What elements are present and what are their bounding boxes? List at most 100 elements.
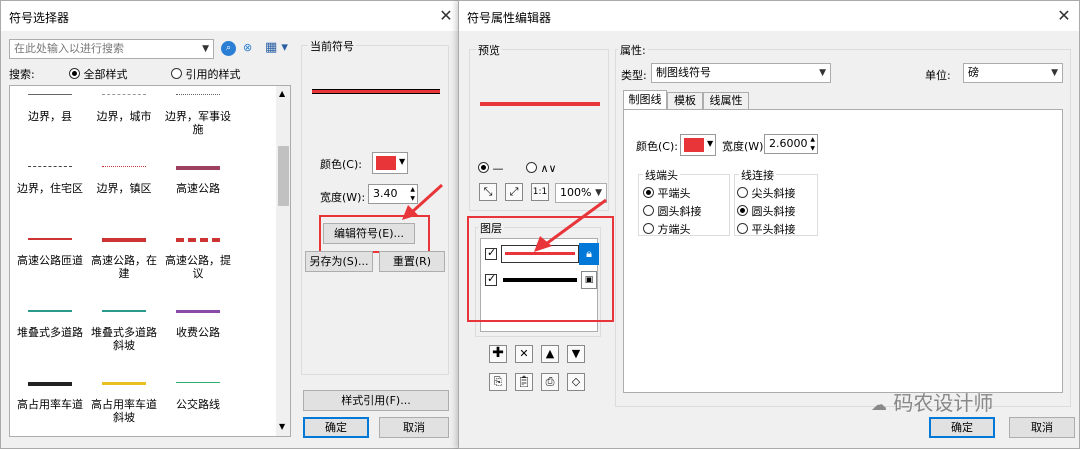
paste-layer-icon[interactable]: 📋︎ [515,373,533,391]
unit-select[interactable]: 磅 ▼ [963,63,1063,83]
symbol-swatch [176,238,220,242]
spinner-arrows-icon[interactable]: ▲ ▼ [810,135,815,153]
symbol-label: 堆叠式多道路斜坡 [91,326,157,352]
symbol-item[interactable]: 边界，城市 [88,88,160,148]
properties-label: 属性: [618,42,648,58]
symbol-item[interactable]: 高占用率车道 [14,376,86,436]
tab-panel: 颜色(C): ▼ 宽度(W): 2.6000 ▲ ▼ 线端头 平端头 圆头斜接 方… [623,109,1063,393]
wechat-icon: ☁ [871,395,887,414]
line-join-label: 线连接 [739,167,776,183]
symbol-item[interactable]: 高速公路 [162,160,234,220]
symbol-item[interactable]: 边界，军事设施 [162,88,234,148]
symbol-swatch [102,238,146,242]
radio-icon [643,223,654,234]
join-miter-radio[interactable]: 尖头斜接 [737,185,796,201]
scrollbar[interactable]: ▲ ▼ [276,86,290,436]
ok-button[interactable]: 确定 [303,417,369,438]
join-bevel-radio[interactable]: 平头斜接 [737,221,796,237]
add-layer-icon[interactable]: ✚ [489,345,507,363]
symbol-item[interactable]: 高速公路，提议 [162,232,234,292]
symbol-list: 边界，县 边界，城市 边界，军事设施 边界，住宅区 边界，镇区 高速公路 高速公路匝道 高速公… [9,85,291,437]
symbol-label: 边界，镇区 [96,182,152,195]
join-label: 圆头斜接 [751,205,796,218]
search-icon[interactable]: ⌕ [221,41,236,56]
tab-line-properties[interactable]: 线属性 [703,92,749,110]
cap-square-radio[interactable]: 方端头 [643,221,691,237]
curve-mode-radio[interactable]: ∧∨ [526,162,557,175]
style-reference-button[interactable]: 样式引用(F)... [303,390,449,411]
symbol-swatch [28,310,72,312]
scroll-thumb[interactable] [278,146,289,206]
properties-icon[interactable]: ⎙ [541,373,559,391]
symbol-item[interactable]: 收费公路 [162,304,234,364]
reset-button[interactable]: 重置(R) [379,251,445,272]
symbol-label: 高占用率车道斜坡 [91,398,157,424]
close-icon[interactable]: ✕ [1053,5,1075,27]
symbol-item[interactable]: 堆叠式多道路 [14,304,86,364]
watermark-text: 码农设计师 [893,391,994,415]
symbol-item[interactable]: 高速公路，在建 [88,232,160,292]
tab-cartographic-line[interactable]: 制图线 [623,90,667,110]
color-picker[interactable]: ▼ [372,152,408,174]
radio-icon [478,162,489,173]
scope-all-radio[interactable]: 全部样式 [69,66,128,82]
symbol-label: 收费公路 [176,326,220,339]
symbol-item[interactable]: 边界，镇区 [88,160,160,220]
chevron-down-icon: ▼ [707,139,714,148]
delete-layer-icon[interactable]: ✕ [515,345,533,363]
scope-ref-radio[interactable]: 引用的样式 [171,66,241,82]
current-symbol-label: 当前符号 [308,38,356,54]
scroll-up-icon[interactable]: ▲ [279,89,285,98]
radio-icon [526,162,537,173]
symbol-label: 公交路线 [176,398,220,411]
move-up-icon[interactable]: ▲ [541,345,559,363]
scope-all-label: 全部样式 [83,68,128,81]
symbol-selector-window: 符号选择器 ✕ 在此处输入以进行搜索 ▼ ⌕ ⊗ ▦ ▾ 搜索: 全部样式 引用… [0,0,460,449]
line-cap-group: 线端头 平端头 圆头斜接 方端头 [638,167,730,237]
symbol-label: 高速公路，在建 [91,254,157,280]
arrow-shaft [545,198,607,246]
symbol-item[interactable]: 公交路线 [162,376,234,436]
symbol-item[interactable]: 高占用率车道斜坡 [88,376,160,436]
editor-width-spinner[interactable]: 2.6000 ▲ ▼ [764,134,818,154]
editor-ok-button[interactable]: 确定 [929,417,995,438]
type-select[interactable]: 制图线符号 ▼ [651,63,831,83]
symbol-item[interactable]: 高速公路匝道 [14,232,86,292]
symbol-label: 边界，城市 [96,110,152,123]
color-swatch [376,156,396,170]
close-icon[interactable]: ✕ [435,5,457,27]
symbol-item[interactable]: 边界，县 [14,88,86,148]
join-round-radio[interactable]: 圆头斜接 [737,203,796,219]
symbol-label: 高占用率车道 [17,398,83,411]
move-down-icon[interactable]: ▼ [567,345,585,363]
line-mode-radio[interactable]: — [478,162,504,175]
symbol-swatch [102,94,146,95]
save-as-button[interactable]: 另存为(S)... [305,251,373,272]
cap-label: 圆头斜接 [657,205,702,218]
cancel-button[interactable]: 取消 [379,417,449,438]
editor-cancel-button[interactable]: 取消 [1009,417,1075,438]
copy-layer-icon[interactable]: ⎘ [489,373,507,391]
symbol-item[interactable]: 堆叠式多道路斜坡 [88,304,160,364]
cap-round-radio[interactable]: 圆头斜接 [643,203,702,219]
cap-label: 平端头 [657,187,691,200]
tag-icon[interactable]: ◇ [567,373,585,391]
cap-butt-radio[interactable]: 平端头 [643,185,691,201]
symbol-swatch [176,382,220,383]
chevron-down-icon[interactable]: ▼ [202,40,209,58]
symbol-swatch [176,94,220,95]
search-input[interactable]: 在此处输入以进行搜索 ▼ [9,39,214,59]
zoom-extent-icon[interactable]: ⤢ [505,183,523,201]
chevron-down-icon: ▼ [819,68,826,78]
view-mode-icon[interactable]: ▦ ▾ [265,40,288,55]
tab-template[interactable]: 模板 [667,92,703,110]
symbol-item[interactable]: 边界，住宅区 [14,160,86,220]
radio-icon [643,205,654,216]
symbol-label: 边界，住宅区 [17,182,83,195]
scroll-down-icon[interactable]: ▼ [279,422,285,431]
annotation-arrow [402,183,444,220]
search-placeholder: 在此处输入以进行搜索 [14,42,124,55]
editor-color-picker[interactable]: ▼ [680,134,716,156]
zoom-fit-icon[interactable]: ⤡ [479,183,497,201]
clear-search-icon[interactable]: ⊗ [243,41,258,56]
